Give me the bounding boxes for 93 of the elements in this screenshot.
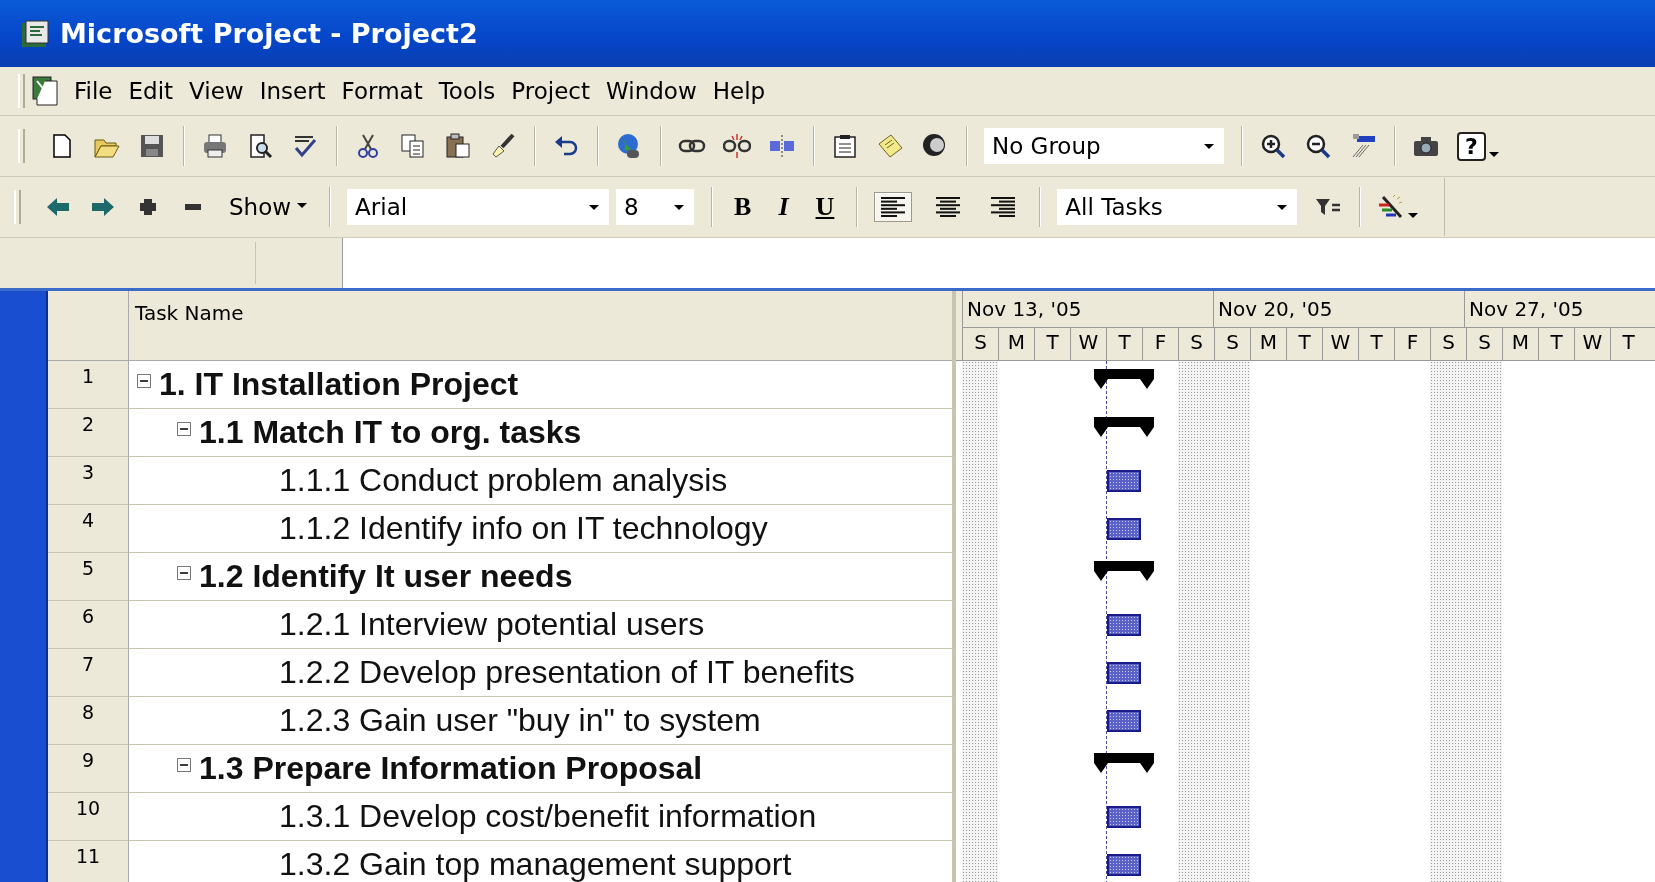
day-label: T xyxy=(1358,328,1394,361)
row-number: 5 xyxy=(48,553,129,601)
caret-icon[interactable] xyxy=(1408,212,1419,218)
row-number: 3 xyxy=(48,457,129,505)
task-bar[interactable] xyxy=(1107,854,1141,876)
summary-bar[interactable] xyxy=(1094,417,1154,439)
group-dropdown[interactable]: No Group xyxy=(984,128,1224,164)
menu-item[interactable]: Tools xyxy=(433,78,507,104)
day-label: F xyxy=(1142,328,1178,361)
task-name: 1.1 Match IT to org. tasks xyxy=(199,414,582,451)
day-label: T xyxy=(1286,328,1322,361)
caret-icon[interactable] xyxy=(1488,151,1499,157)
save-icon[interactable] xyxy=(138,132,166,160)
task-name: 1. IT Installation Project xyxy=(159,366,519,403)
row-number: 2 xyxy=(48,409,129,457)
bold-button[interactable]: B xyxy=(729,189,757,225)
task-name: 1.2.2 Develop presentation of IT benefits xyxy=(279,654,855,691)
task-name: 1.2 Identify It user needs xyxy=(199,558,573,595)
day-label: T xyxy=(1106,328,1142,361)
task-name: 1.1.2 Identify info on IT technology xyxy=(279,510,768,547)
row-number: 11 xyxy=(48,841,129,882)
entry-field[interactable] xyxy=(342,238,1655,288)
menu-item[interactable]: Insert xyxy=(254,78,337,104)
day-label: W xyxy=(1574,328,1610,361)
broken-link-icon[interactable] xyxy=(723,132,751,160)
menu-item[interactable]: Format xyxy=(336,78,434,104)
task-bar[interactable] xyxy=(1107,806,1141,828)
menu-item[interactable]: Edit xyxy=(123,78,185,104)
row-number: 9 xyxy=(48,745,129,793)
day-label: T xyxy=(1610,328,1646,361)
week-label: Nov 27, '05 xyxy=(1464,291,1655,327)
menu-item[interactable]: Project xyxy=(506,78,602,104)
menu-item[interactable]: Window xyxy=(601,78,708,104)
italic-button[interactable]: I xyxy=(773,189,794,225)
row-number: 1 xyxy=(48,361,129,409)
task-info-icon[interactable] xyxy=(831,132,859,160)
task-name: 1.2.3 Gain user "buy in" to system xyxy=(279,702,761,739)
toolbar-grip[interactable] xyxy=(18,74,25,108)
day-label: F xyxy=(1394,328,1430,361)
collapse-icon[interactable] xyxy=(177,757,191,772)
summary-bar[interactable] xyxy=(1094,753,1154,775)
day-label: W xyxy=(1322,328,1358,361)
column-header[interactable]: Task Name xyxy=(129,291,952,361)
toolbar-grip[interactable] xyxy=(14,190,21,224)
row-number: 8 xyxy=(48,697,129,745)
show-button[interactable]: Show xyxy=(224,191,313,223)
row-number: 4 xyxy=(48,505,129,553)
zoom-out-icon[interactable] xyxy=(1304,132,1332,160)
paste-icon[interactable] xyxy=(444,132,472,160)
filter-dropdown[interactable]: All Tasks xyxy=(1057,189,1298,225)
day-label: T xyxy=(1034,328,1070,361)
day-label: W xyxy=(1070,328,1106,361)
printer-icon[interactable] xyxy=(201,132,229,160)
menu-item[interactable]: View xyxy=(184,78,255,104)
row-number: 6 xyxy=(48,601,129,649)
copy-icon[interactable] xyxy=(399,132,427,160)
task-bar[interactable] xyxy=(1107,470,1141,492)
task-bar[interactable] xyxy=(1107,662,1141,684)
task-name: 1.2.1 Interview potential users xyxy=(279,606,705,643)
day-label: M xyxy=(1502,328,1538,361)
task-name: 1.3 Prepare Information Proposal xyxy=(199,750,703,787)
zoom-in-icon[interactable] xyxy=(1259,132,1287,160)
collapse-icon[interactable] xyxy=(177,565,191,580)
collapse-icon[interactable] xyxy=(137,373,151,388)
day-label: M xyxy=(1250,328,1286,361)
align-left-button[interactable] xyxy=(874,192,913,222)
summary-bar[interactable] xyxy=(1094,369,1154,391)
task-name: 1.3.1 Develop cost/benefit information xyxy=(279,798,817,835)
menu-item[interactable]: Help xyxy=(707,78,777,104)
split-task-icon[interactable] xyxy=(768,132,796,160)
task-name: 1.3.2 Gain top management support xyxy=(279,846,792,882)
font-dropdown[interactable]: Arial xyxy=(347,189,610,225)
app-icon xyxy=(20,18,50,49)
window-title: Microsoft Project - Project2 xyxy=(60,18,478,49)
row-number: 10 xyxy=(48,793,129,841)
menu-item[interactable]: File xyxy=(69,78,124,104)
week-label: Nov 20, '05 xyxy=(1213,291,1464,327)
task-bar[interactable] xyxy=(1107,518,1141,540)
underline-button[interactable]: U xyxy=(810,189,840,225)
task-bar[interactable] xyxy=(1107,614,1141,636)
task-bar[interactable] xyxy=(1107,710,1141,732)
task-name: 1.1.1 Conduct problem analysis xyxy=(279,462,728,499)
help-button[interactable]: ? xyxy=(1457,131,1486,161)
day-label: M xyxy=(998,328,1034,361)
row-number: 7 xyxy=(48,649,129,697)
summary-bar[interactable] xyxy=(1094,561,1154,583)
toolbar-grip[interactable] xyxy=(18,129,25,163)
day-label: T xyxy=(1538,328,1574,361)
document-icon[interactable] xyxy=(31,75,61,107)
font-size-dropdown[interactable]: 8 xyxy=(616,189,695,225)
collapse-icon[interactable] xyxy=(177,421,191,436)
week-label: Nov 13, '05 xyxy=(962,291,1213,327)
note-icon[interactable] xyxy=(876,132,904,160)
